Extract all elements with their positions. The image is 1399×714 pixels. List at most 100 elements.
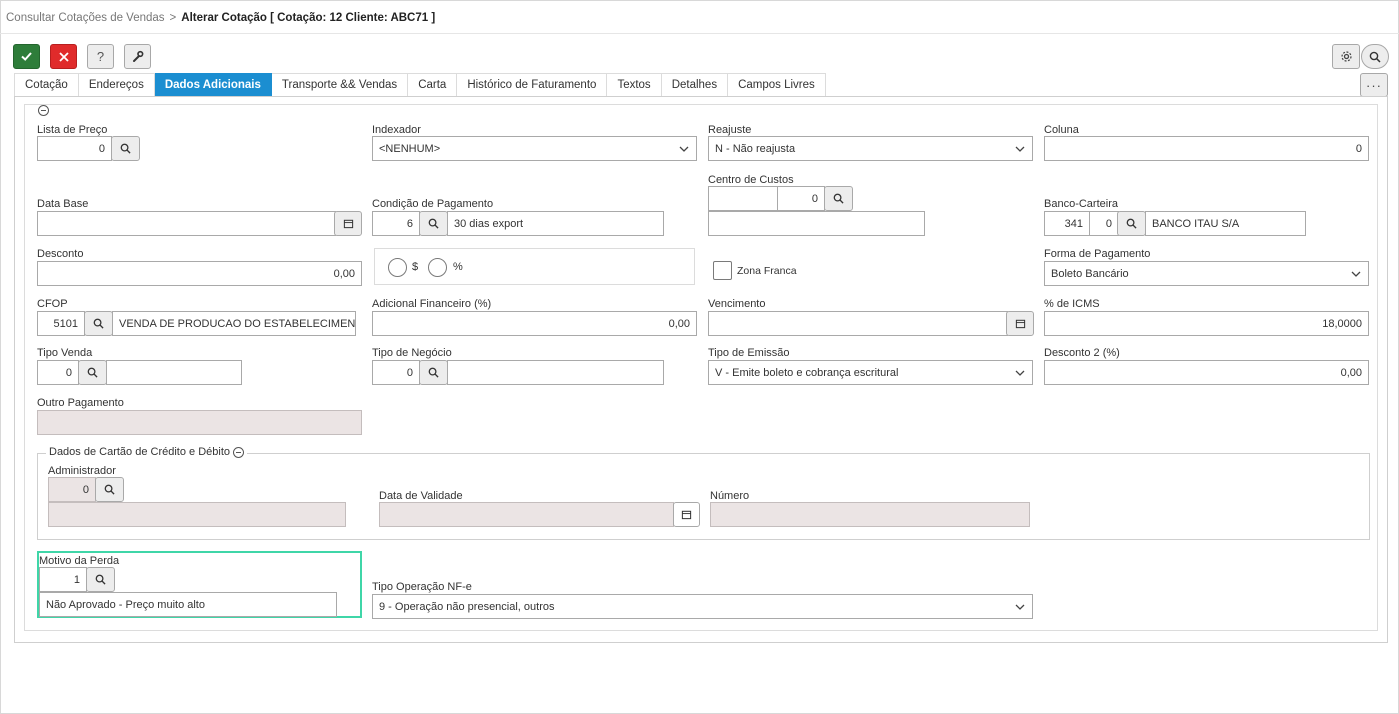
condicao-pagamento-lookup-button[interactable] (419, 211, 448, 236)
outro-pagamento-input (37, 410, 362, 435)
centro-custos-code2-input[interactable]: 0 (777, 186, 825, 211)
tab-dados-adicionais[interactable]: Dados Adicionais (154, 73, 272, 97)
search-icon (93, 318, 104, 329)
forma-pagamento-select[interactable]: Boleto Bancário (1044, 261, 1369, 286)
lista-preco-lookup-button[interactable] (111, 136, 140, 161)
breadcrumb: Consultar Cotações de Vendas > Alterar Cot… (6, 12, 435, 24)
banco-input[interactable]: 341 (1044, 211, 1090, 236)
vencimento-calendar-button[interactable] (1006, 311, 1034, 336)
cfop-lookup-button[interactable] (84, 311, 113, 336)
search-icon (87, 367, 98, 378)
tipo-venda-lookup-button[interactable] (78, 360, 107, 385)
data-validade-calendar-button[interactable] (673, 502, 700, 527)
administrador-label: Administrador (48, 465, 116, 477)
desconto-input[interactable]: 0,00 (37, 261, 362, 286)
icms-input[interactable]: 18,0000 (1044, 311, 1369, 336)
centro-custos-label: Centro de Custos (708, 174, 794, 186)
settings-button[interactable] (1332, 44, 1360, 69)
administrador-code-input: 0 (48, 477, 96, 502)
forma-pagamento-label: Forma de Pagamento (1044, 248, 1151, 260)
banco-carteira-label: Banco-Carteira (1044, 198, 1118, 210)
tipo-operacao-nfe-select[interactable]: 9 - Operação não presencial, outros (372, 594, 1033, 619)
tipo-emissao-value: V - Emite boleto e cobrança escritural (715, 366, 899, 379)
condicao-pagamento-code-input[interactable]: 6 (372, 211, 420, 236)
administrador-lookup-button[interactable] (95, 477, 124, 502)
zona-franca-checkbox[interactable] (713, 261, 732, 280)
cfop-code-input[interactable]: 5101 (37, 311, 85, 336)
tab-cotacao[interactable]: Cotação (14, 73, 79, 97)
more-options-button[interactable]: ··· (1360, 73, 1388, 97)
tipo-operacao-nfe-value: 9 - Operação não presencial, outros (379, 600, 555, 613)
tab-transporte-vendas[interactable]: Transporte && Vendas (271, 73, 409, 97)
condicao-pagamento-label: Condição de Pagamento (372, 198, 494, 210)
tipo-negocio-label: Tipo de Negócio (372, 347, 452, 359)
tipo-negocio-lookup-button[interactable] (419, 360, 448, 385)
cartao-legend: Dados de Cartão de Crédito e Débito (46, 446, 247, 458)
tab-carta[interactable]: Carta (408, 73, 458, 97)
confirm-button[interactable] (13, 44, 40, 69)
desconto-percent-radio[interactable] (428, 258, 447, 277)
data-base-input[interactable] (37, 211, 336, 236)
coluna-input[interactable]: 0 (1044, 136, 1369, 161)
motivo-perda-lookup-button[interactable] (86, 567, 115, 592)
tab-detalhes[interactable]: Detalhes (661, 73, 729, 97)
search-icon (833, 193, 844, 204)
cancel-button[interactable] (50, 44, 77, 69)
reajuste-label: Reajuste (708, 124, 752, 136)
collapse-card-section-icon[interactable] (233, 446, 244, 458)
breadcrumb-current: Alterar Cotação [ Cotação: 12 Cliente: A… (181, 12, 436, 24)
calendar-icon (681, 510, 692, 520)
centro-custos-code1-input[interactable] (708, 186, 778, 211)
lista-preco-input[interactable]: 0 (37, 136, 112, 161)
vencimento-input[interactable] (708, 311, 1008, 336)
tools-button[interactable] (124, 44, 151, 69)
search-icon (428, 367, 439, 378)
motivo-perda-description: Não Aprovado - Preço muito alto (39, 592, 337, 617)
chevron-down-icon (679, 146, 689, 152)
close-icon (58, 51, 69, 62)
calendar-icon (1015, 319, 1025, 329)
centro-custos-lookup-button[interactable] (824, 186, 853, 211)
search-icon (120, 143, 131, 154)
tipo-venda-description (106, 360, 242, 385)
tipo-operacao-nfe-label: Tipo Operação NF-e (372, 581, 472, 593)
desconto-tipo-group (374, 248, 695, 285)
tipo-negocio-code-input[interactable]: 0 (372, 360, 420, 385)
tipo-venda-code-input[interactable]: 0 (37, 360, 79, 385)
chevron-down-icon (1015, 604, 1025, 610)
tab-campos-livres[interactable]: Campos Livres (728, 73, 826, 97)
tab-enderecos[interactable]: Endereços (78, 73, 155, 97)
adicional-financeiro-input[interactable]: 0,00 (372, 311, 697, 336)
desconto-label: Desconto (37, 248, 84, 260)
motivo-perda-code-input[interactable]: 1 (39, 567, 87, 592)
collapse-section-icon[interactable] (38, 105, 49, 116)
indexador-label: Indexador (372, 124, 421, 136)
numero-input (710, 502, 1030, 527)
forma-pagamento-value: Boleto Bancário (1051, 267, 1129, 280)
help-button[interactable]: ? (87, 44, 114, 69)
reajuste-select[interactable]: N - Não reajusta (708, 136, 1033, 161)
cfop-description: VENDA DE PRODUCAO DO ESTABELECIMENTO (112, 311, 356, 336)
data-validade-input (379, 502, 674, 527)
tab-bar: Cotação Endereços Dados Adicionais Trans… (14, 73, 826, 97)
cfop-label: CFOP (37, 298, 68, 310)
adicional-financeiro-label: Adicional Financeiro (%) (372, 298, 492, 310)
carteira-input[interactable]: 0 (1089, 211, 1119, 236)
motivo-perda-label: Motivo da Perda (39, 555, 120, 567)
desconto2-input[interactable]: 0,00 (1044, 360, 1369, 385)
tab-historico-faturamento[interactable]: Histórico de Faturamento (457, 73, 608, 97)
tipo-emissao-select[interactable]: V - Emite boleto e cobrança escritural (708, 360, 1033, 385)
cartao-legend-text: Dados de Cartão de Crédito e Débito (49, 446, 230, 458)
desconto-money-radio[interactable] (388, 258, 407, 277)
data-base-calendar-button[interactable] (334, 211, 362, 236)
lista-preco-label: Lista de Preço (37, 124, 108, 136)
indexador-select[interactable]: <NENHUM> (372, 136, 697, 161)
breadcrumb-parent-link[interactable]: Consultar Cotações de Vendas (6, 12, 165, 24)
global-search-button[interactable] (1361, 44, 1389, 69)
banco-carteira-lookup-button[interactable] (1117, 211, 1146, 236)
tipo-negocio-description (447, 360, 664, 385)
desconto-money-label: $ (412, 261, 419, 273)
tab-textos[interactable]: Textos (607, 73, 662, 97)
chevron-down-icon (1015, 146, 1025, 152)
wrench-icon (133, 50, 144, 62)
